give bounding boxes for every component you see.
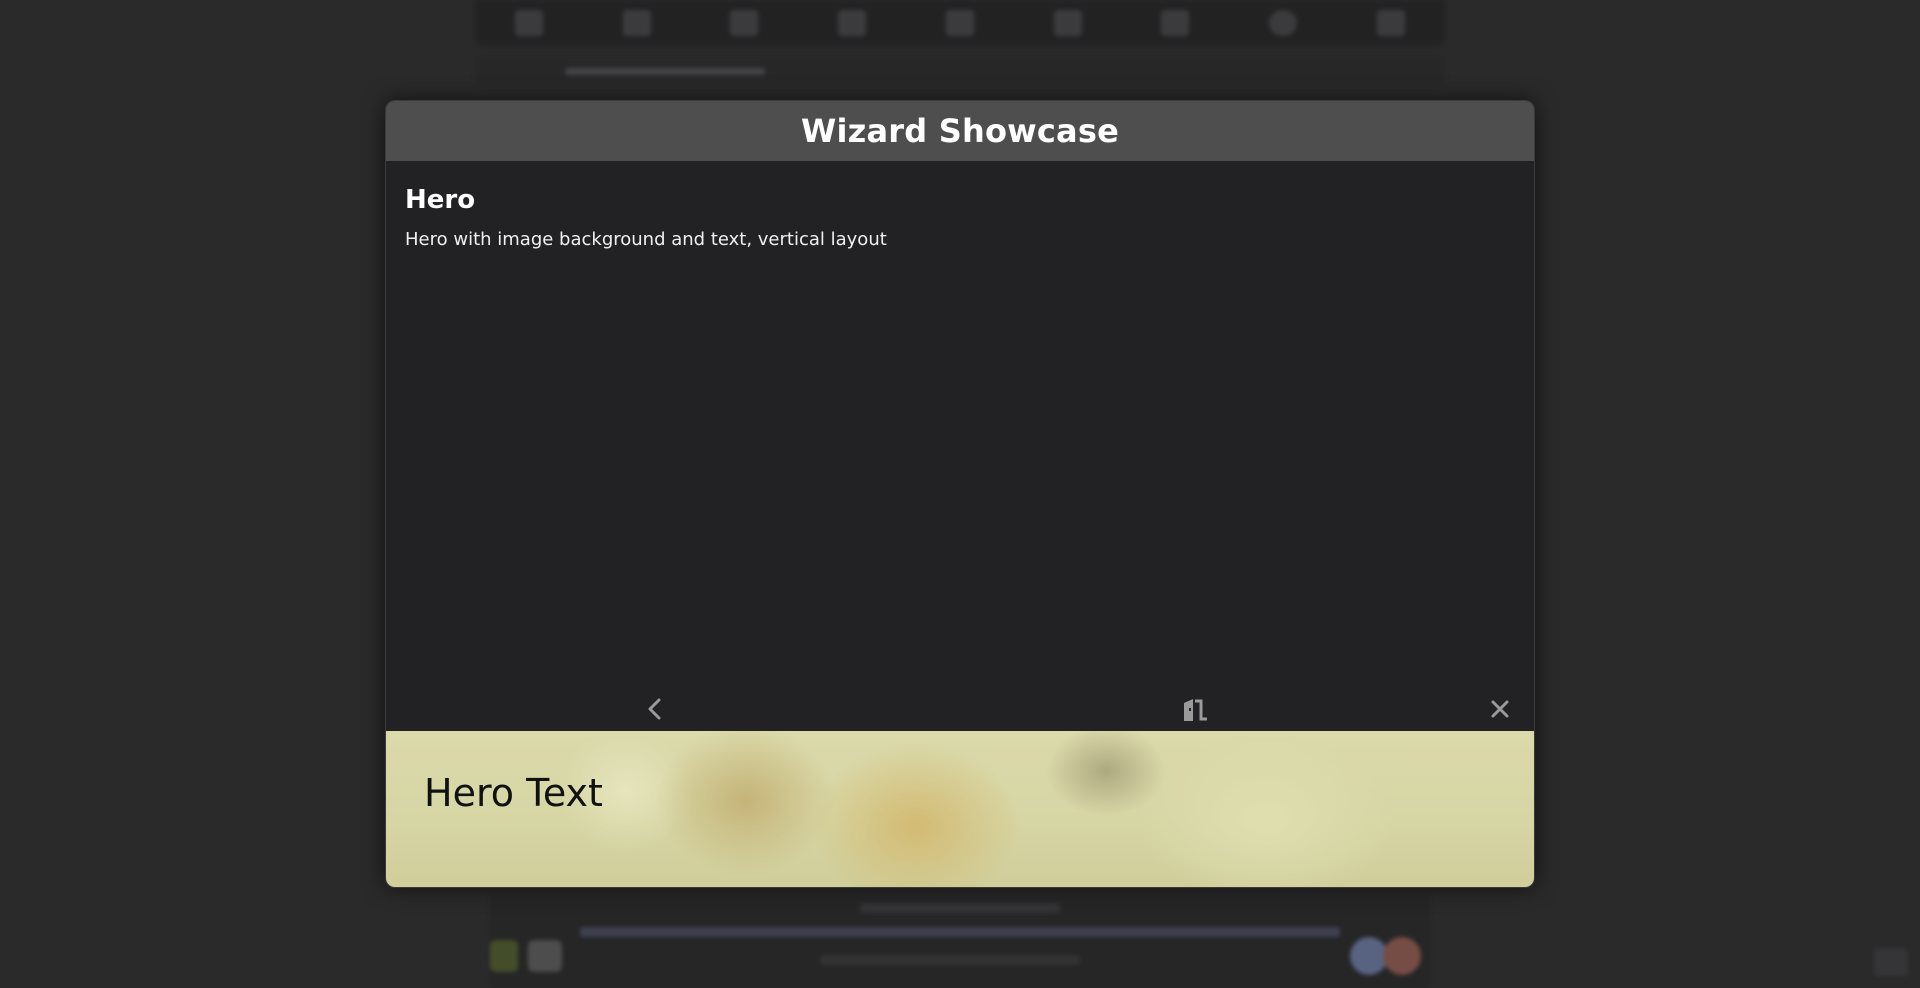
hero-section: Hero Text <box>386 731 1534 887</box>
background-toolbar-icon <box>945 10 974 36</box>
background-toolbar-icon <box>1377 10 1405 36</box>
background-subbar <box>475 56 1445 86</box>
wizard-dialog: Wizard Showcase Hero Hero with image bac… <box>385 100 1535 888</box>
background-chat-progress <box>580 927 1340 937</box>
chevron-left-icon <box>645 697 665 725</box>
step-description: Hero with image background and text, ver… <box>405 229 887 250</box>
background-subbar-line <box>565 68 765 75</box>
wizard-nav <box>386 691 1534 731</box>
background-toolbar-icon <box>1269 10 1298 36</box>
background-chat-button <box>490 940 518 972</box>
wizard-title: Wizard Showcase <box>801 112 1119 150</box>
background-chat-input <box>820 955 1080 965</box>
background-chat-button <box>1383 937 1421 975</box>
wizard-body: Hero Hero with image background and text… <box>386 161 1534 731</box>
background-toolbar-icon <box>514 10 543 36</box>
background-toolbar-icon <box>622 10 651 36</box>
background-toolbar-icon <box>838 10 867 36</box>
background-toolbar <box>475 0 1445 46</box>
background-chat-button <box>528 940 562 972</box>
exit-button[interactable] <box>1180 695 1212 727</box>
back-button[interactable] <box>639 695 671 727</box>
background-chat-bar <box>490 895 1430 988</box>
close-icon <box>1490 699 1510 723</box>
close-button[interactable] <box>1484 695 1516 727</box>
background-corner-button <box>1874 948 1908 976</box>
background-toolbar-icon <box>1053 10 1082 36</box>
door-exit-icon <box>1181 696 1211 726</box>
background-toolbar-icon <box>730 10 759 36</box>
background-toolbar-icon <box>1161 10 1190 36</box>
wizard-header: Wizard Showcase <box>386 101 1534 161</box>
step-title: Hero <box>405 185 476 215</box>
hero-text: Hero Text <box>424 771 603 815</box>
background-chat-tabs <box>860 903 1060 913</box>
